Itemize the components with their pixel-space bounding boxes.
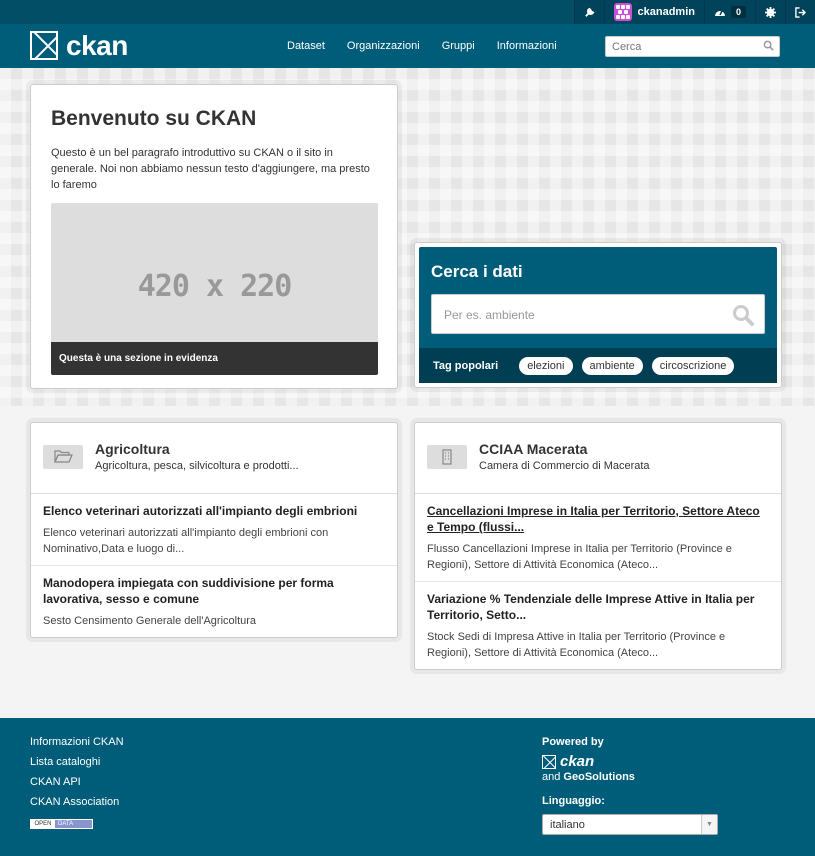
dataset-description: Flusso Cancellazioni Imprese in Italia p… (427, 543, 732, 571)
logo-text: ckan (66, 30, 128, 61)
dashboard-link[interactable]: 0 (703, 0, 755, 24)
folder-open-icon (54, 450, 73, 463)
dataset-description: Sesto Censimento Generale dell'Agricoltu… (43, 615, 257, 627)
organization-card-header: CCIAA Macerata Camera di Commercio di Ma… (415, 423, 781, 494)
organization-thumbnail[interactable] (427, 445, 467, 469)
account-menu: ckanadmin 0 (573, 0, 815, 24)
site-footer: Informazioni CKAN Lista cataloghi CKAN A… (0, 718, 815, 856)
organization-card: CCIAA Macerata Camera di Commercio di Ma… (414, 422, 782, 670)
intro-panel: Benvenuto su CKAN Questo è un bel paragr… (30, 84, 398, 389)
search-icon[interactable] (732, 304, 754, 326)
settings-link[interactable] (755, 0, 785, 24)
nav-organizations[interactable]: Organizzazioni (336, 40, 431, 52)
popular-tags-label: Tag popolari (433, 359, 499, 372)
dataset-title[interactable]: Variazione % Tendenziale delle Imprese A… (427, 591, 769, 623)
list-item: Manodopera impiegata con suddivisione pe… (31, 566, 397, 637)
language-select[interactable]: italiano ▼ (542, 814, 718, 835)
dataset-title[interactable]: Elenco veterinari autorizzati all'impian… (43, 503, 385, 519)
search-panel-inner: Cerca i dati Per es. ambiente Tag popola… (419, 247, 777, 383)
nav-groups[interactable]: Gruppi (431, 40, 486, 52)
list-item: Elenco veterinari autorizzati all'impian… (31, 494, 397, 566)
chevron-down-icon[interactable]: ▼ (701, 815, 717, 834)
dataset-search-placeholder: Per es. ambiente (444, 308, 535, 322)
tag-pill[interactable]: elezioni (519, 356, 573, 375)
tag-pill[interactable]: circoscrizione (651, 356, 735, 375)
and-text: and (542, 771, 561, 783)
footer-logo-text: ckan (560, 753, 595, 770)
popular-tags: Tag popolari elezioni ambiente circoscri… (419, 348, 777, 383)
footer-ckan-logo[interactable]: ckan (542, 753, 594, 770)
group-card: Agricoltura Agricoltura, pesca, silvicol… (30, 422, 398, 638)
open-data-badge-open: OPEN (31, 820, 55, 828)
user-link[interactable]: ckanadmin (603, 0, 704, 24)
featured-caption: Questa è una sezione in evidenza (51, 342, 378, 375)
tag-pill[interactable]: ambiente (581, 356, 643, 375)
search-icon[interactable] (763, 40, 774, 51)
footer-link-association[interactable]: CKAN Association (30, 796, 119, 808)
powered-by-partner: and GeoSolutions (542, 771, 635, 783)
header-search (605, 36, 780, 57)
masthead: ckan Dataset Organizzazioni Gruppi Infor… (0, 24, 815, 68)
ckan-logo-icon (542, 754, 556, 769)
username: ckanadmin (637, 6, 695, 18)
dataset-description: Elenco veterinari autorizzati all'impian… (43, 527, 329, 555)
gear-icon (765, 6, 776, 18)
geosolutions-link[interactable]: GeoSolutions (563, 771, 635, 783)
wrench-icon (584, 7, 594, 17)
logout-link[interactable] (785, 0, 815, 24)
sysadmin-link[interactable] (573, 0, 604, 24)
list-item: Cancellazioni Imprese in Italia per Terr… (415, 494, 781, 582)
placeholder-size-text: 420 x 220 (137, 269, 293, 304)
header-search-input[interactable] (606, 37, 756, 56)
signout-icon (795, 6, 806, 18)
language-label: Linguaggio: (542, 795, 605, 807)
powered-by-label: Powered by (542, 736, 604, 748)
main-nav: Dataset Organizzazioni Gruppi Informazio… (276, 24, 568, 68)
organization-title[interactable]: CCIAA Macerata (479, 441, 587, 457)
intro-text: Questo è un bel paragrafo introduttivo s… (51, 147, 370, 191)
search-panel-title: Cerca i dati (431, 262, 523, 281)
nav-dataset[interactable]: Dataset (276, 40, 336, 52)
featured-image[interactable]: 420 x 220 Questa è una sezione in eviden… (51, 203, 378, 375)
footer-link-about[interactable]: Informazioni CKAN (30, 736, 124, 748)
dataset-search-input[interactable]: Per es. ambiente (431, 294, 765, 334)
footer-link-api[interactable]: CKAN API (30, 776, 81, 788)
group-card-header: Agricoltura Agricoltura, pesca, silvicol… (31, 423, 397, 494)
dashboard-count: 0 (730, 6, 746, 18)
dataset-description: Stock Sedi di Impresa Attive in Italia p… (427, 631, 726, 659)
nav-about[interactable]: Informazioni (486, 40, 568, 52)
open-data-badge-data: DATA (58, 821, 74, 827)
footer-link-catalogs[interactable]: Lista cataloghi (30, 756, 100, 768)
group-thumbnail[interactable] (43, 445, 83, 469)
group-subtitle: Agricoltura, pesca, silvicoltura e prodo… (95, 460, 299, 472)
list-item: Variazione % Tendenziale delle Imprese A… (415, 582, 781, 669)
dashboard-icon (714, 10, 725, 16)
site-logo[interactable]: ckan (30, 31, 128, 60)
organization-subtitle: Camera di Commercio di Macerata (479, 460, 650, 472)
language-selected-value: italiano (550, 819, 585, 831)
group-title[interactable]: Agricoltura (95, 441, 170, 457)
search-panel: Cerca i dati Per es. ambiente Tag popola… (414, 242, 782, 388)
avatar (613, 3, 632, 21)
open-data-badge[interactable]: OPEN DATA (30, 819, 93, 829)
account-bar: ckanadmin 0 (0, 0, 815, 24)
ckan-logo-icon (30, 31, 58, 60)
building-icon (442, 449, 452, 465)
dataset-title[interactable]: Manodopera impiegata con suddivisione pe… (43, 575, 385, 607)
dataset-title[interactable]: Cancellazioni Imprese in Italia per Terr… (427, 503, 769, 535)
page-title: Benvenuto su CKAN (51, 107, 257, 130)
